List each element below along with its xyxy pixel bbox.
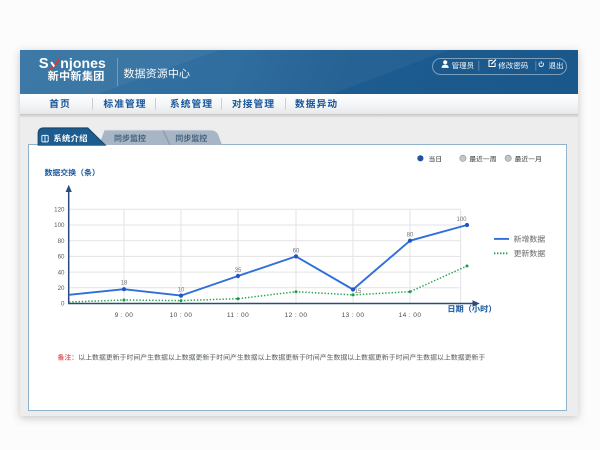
svg-text:18: 18 — [121, 281, 128, 287]
svg-text:njones: njones — [60, 55, 106, 71]
svg-text:80: 80 — [58, 238, 65, 245]
svg-text:60: 60 — [58, 254, 65, 261]
svg-text:12 : 00: 12 : 00 — [285, 312, 308, 319]
svg-text:9 : 00: 9 : 00 — [115, 312, 134, 319]
svg-text:120: 120 — [54, 207, 65, 214]
svg-text:10 : 00: 10 : 00 — [170, 312, 193, 319]
svg-text:35: 35 — [235, 268, 242, 274]
svg-text:14 : 00: 14 : 00 — [399, 312, 422, 319]
svg-text:11 : 00: 11 : 00 — [227, 312, 249, 319]
svg-text:13 : 00: 13 : 00 — [342, 312, 365, 319]
svg-text:40: 40 — [58, 269, 65, 276]
svg-text:60: 60 — [293, 248, 300, 254]
svg-text:S: S — [39, 56, 49, 72]
svg-text:15: 15 — [355, 289, 362, 295]
svg-text:80: 80 — [407, 233, 414, 239]
svg-text:0: 0 — [61, 301, 65, 308]
svg-text:20: 20 — [58, 285, 65, 292]
svg-text:100: 100 — [54, 222, 65, 229]
svg-text:10: 10 — [178, 288, 185, 294]
svg-text:100: 100 — [456, 217, 467, 223]
